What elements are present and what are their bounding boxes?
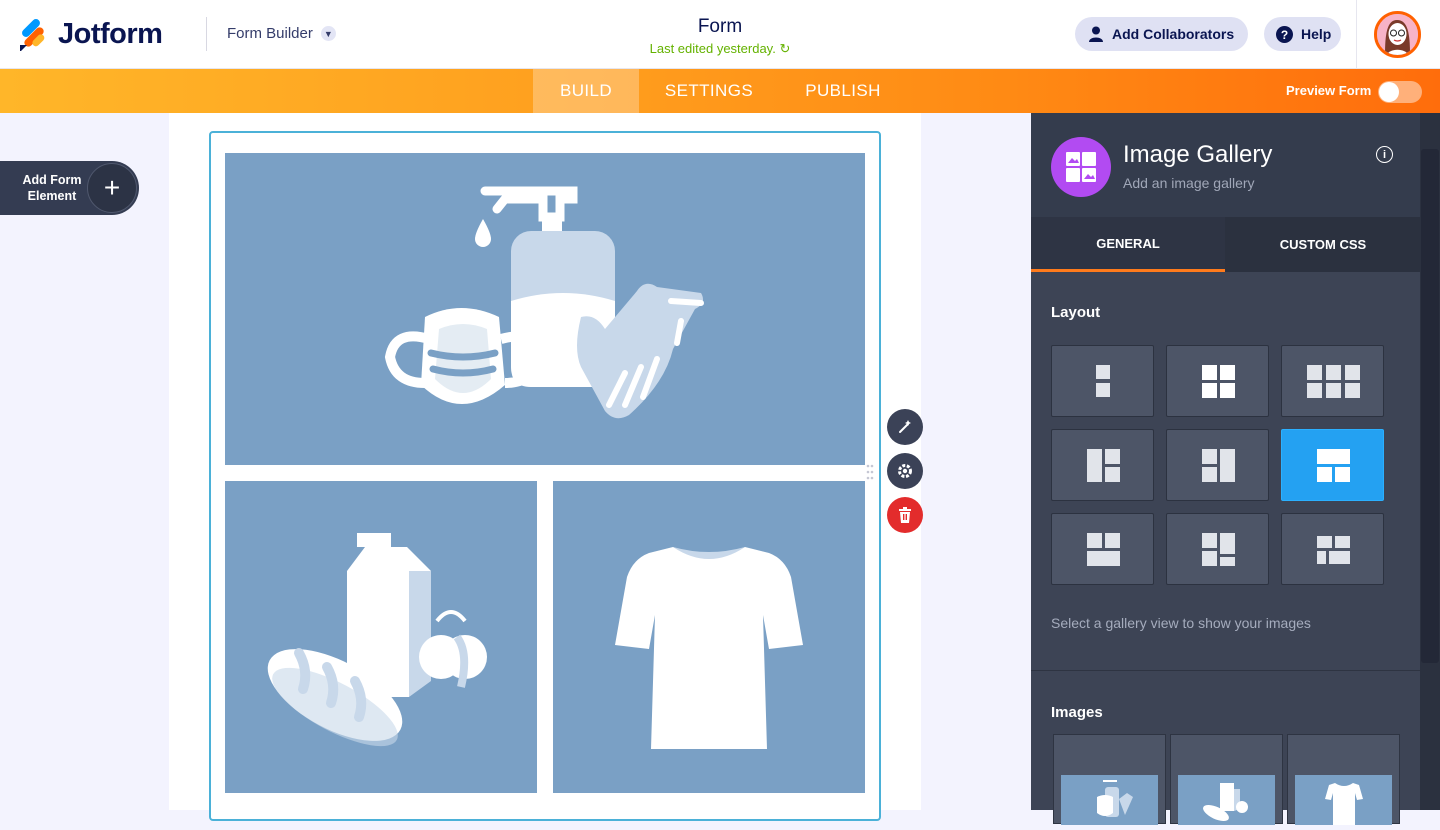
properties-panel: Image Gallery Add an image gallery i GEN… <box>1031 113 1440 825</box>
tab-publish[interactable]: PUBLISH <box>787 69 899 113</box>
info-icon[interactable]: i <box>1376 146 1393 163</box>
section-divider <box>1031 670 1420 671</box>
layout-heading: Layout <box>1051 304 1101 321</box>
layout-option-big-top[interactable] <box>1281 429 1384 501</box>
add-collaborators-button[interactable]: Add Collaborators <box>1075 17 1248 51</box>
panel-header: Image Gallery Add an image gallery i <box>1031 113 1420 217</box>
panel-scrollbar[interactable] <box>1420 113 1440 810</box>
user-icon <box>1087 26 1104 43</box>
add-form-element-label: Add Form Element <box>22 173 82 203</box>
image-thumbnail[interactable] <box>1053 734 1166 825</box>
layout-option-big-right[interactable] <box>1166 429 1269 501</box>
add-form-element-button[interactable]: Add Form Element + <box>0 161 139 215</box>
delete-field-button[interactable] <box>887 497 923 533</box>
thumbnail-hygiene <box>1061 775 1158 825</box>
image-gallery-icon <box>1051 137 1111 197</box>
magic-wand-icon <box>899 420 911 433</box>
tab-build[interactable]: BUILD <box>533 69 639 113</box>
layout-option-grid-3x2[interactable] <box>1281 345 1384 417</box>
plus-icon: + <box>87 163 137 213</box>
last-edited-text: Last edited yesterday. <box>649 41 776 56</box>
layout-option-vertical[interactable] <box>1051 345 1154 417</box>
images-heading: Images <box>1051 704 1103 721</box>
help-label: Help <box>1301 26 1332 42</box>
layout-option-mixed-1[interactable] <box>1166 513 1269 585</box>
gear-icon <box>898 464 912 478</box>
history-icon: ↻ <box>779 41 791 56</box>
layout-option-mixed-2[interactable] <box>1281 513 1384 585</box>
thumbnail-food <box>1178 775 1275 825</box>
panel-tabs: GENERAL CUSTOM CSS <box>1031 217 1420 272</box>
top-bar: Jotform Form Builder ▼ Form Last edited … <box>0 0 1440 69</box>
food-illustration <box>267 533 487 747</box>
tab-general[interactable]: GENERAL <box>1031 217 1225 272</box>
wand-button[interactable] <box>887 409 923 445</box>
layout-hint: Select a gallery view to show your image… <box>1051 615 1311 631</box>
add-collaborators-label: Add Collaborators <box>1112 26 1235 42</box>
drag-handle-icon[interactable] <box>866 463 874 485</box>
help-button[interactable]: ? Help <box>1264 17 1341 51</box>
image-gallery-field[interactable] <box>209 131 881 821</box>
field-settings-button[interactable] <box>887 453 923 489</box>
thumbnail-tshirt <box>1295 775 1392 825</box>
tab-custom-css[interactable]: CUSTOM CSS <box>1226 217 1420 272</box>
trash-icon <box>899 507 911 523</box>
gallery-image-hygiene[interactable] <box>225 153 865 465</box>
layout-option-grid-2x2[interactable] <box>1166 345 1269 417</box>
image-thumbnail[interactable] <box>1287 734 1400 825</box>
tshirt-illustration <box>615 547 803 749</box>
scrollbar-thumb[interactable] <box>1421 149 1439 663</box>
hygiene-supplies-illustration <box>384 186 704 419</box>
panel-subtitle: Add an image gallery <box>1123 175 1255 191</box>
avatar-divider <box>1356 0 1357 69</box>
builder-nav-bar: BUILD SETTINGS PUBLISH Preview Form <box>0 69 1440 113</box>
layout-option-big-left[interactable] <box>1051 429 1154 501</box>
gallery-image-food[interactable] <box>225 481 537 793</box>
preview-form-toggle[interactable] <box>1378 81 1422 103</box>
image-thumbnail[interactable] <box>1170 734 1283 825</box>
tab-settings[interactable]: SETTINGS <box>645 69 773 113</box>
user-avatar[interactable] <box>1374 11 1421 58</box>
panel-title: Image Gallery <box>1123 141 1273 168</box>
layout-option-big-bottom[interactable] <box>1051 513 1154 585</box>
preview-form-label: Preview Form <box>1286 83 1372 98</box>
gallery-image-tshirt[interactable] <box>553 481 865 793</box>
help-icon: ? <box>1276 25 1293 43</box>
svg-text:?: ? <box>1281 28 1288 42</box>
toggle-knob <box>1379 82 1399 102</box>
panel-body: Layout Select a gallery view to show you… <box>1031 272 1420 810</box>
